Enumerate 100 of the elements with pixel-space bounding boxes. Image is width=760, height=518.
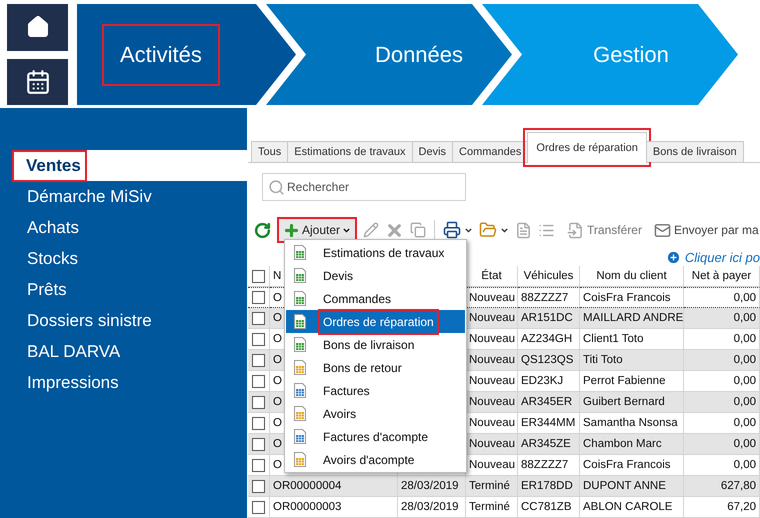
table-header[interactable]: Véhicules bbox=[518, 266, 580, 287]
table-cell: OR00000003 bbox=[270, 497, 398, 518]
menu-item[interactable]: Ordres de réparation bbox=[286, 310, 465, 333]
table-cell: 28/03/2019 bbox=[398, 476, 466, 497]
table-cell: 0,00 bbox=[684, 434, 760, 455]
table-cell: ED23KJ bbox=[518, 371, 580, 392]
checkbox[interactable] bbox=[252, 270, 265, 282]
sidebar-label: Ventes bbox=[14, 152, 85, 180]
table-cell: CoisFra Francois bbox=[580, 455, 684, 476]
table-cell: 0,00 bbox=[684, 308, 760, 329]
checkbox[interactable] bbox=[252, 354, 265, 366]
sidebar-item[interactable]: Impressions bbox=[13, 367, 247, 398]
caret-icon bbox=[342, 226, 352, 234]
sidebar-item[interactable]: Prêts bbox=[13, 274, 247, 305]
table-cell: AR345ER bbox=[518, 392, 580, 413]
search-field[interactable]: Rechercher bbox=[262, 173, 466, 201]
checkbox[interactable] bbox=[252, 291, 265, 304]
table-header[interactable] bbox=[248, 266, 270, 287]
sidebar-label: Dossiers sinistre bbox=[27, 310, 153, 332]
add-row-link[interactable]: Cliquer ici po bbox=[684, 250, 760, 264]
sidebar-label: Stocks bbox=[27, 248, 80, 270]
tab[interactable]: Commandes bbox=[452, 141, 528, 162]
table-cell: Nouveau bbox=[466, 413, 518, 434]
checkbox[interactable] bbox=[252, 374, 265, 388]
stage-tab[interactable] bbox=[482, 4, 738, 105]
table-cell: Nouveau bbox=[466, 392, 518, 413]
table-cell: 88ZZZZ7 bbox=[518, 287, 580, 308]
spreadsheet-icon bbox=[294, 429, 306, 444]
table-cell: Chambon Marc bbox=[580, 434, 684, 455]
sidebar-item[interactable]: Achats bbox=[13, 212, 247, 243]
table-cell: Guibert Bernard bbox=[580, 392, 684, 413]
home-icon bbox=[26, 15, 50, 40]
table-header[interactable]: Net à payer bbox=[684, 266, 760, 287]
table-cell: Terminé bbox=[466, 497, 518, 518]
table-cell: 88ZZZZ7 bbox=[518, 455, 580, 476]
table-cell: CoisFra Francois bbox=[580, 287, 684, 308]
spreadsheet-icon bbox=[294, 291, 306, 306]
sidebar-label: Achats bbox=[27, 216, 80, 238]
checkbox[interactable] bbox=[252, 416, 265, 430]
calendar-button[interactable] bbox=[7, 58, 68, 105]
menu-label: Estimations de travaux bbox=[322, 244, 446, 262]
table-cell: Client1 Toto bbox=[580, 329, 684, 350]
table-header[interactable]: Nom du client bbox=[580, 266, 684, 287]
table-cell: Nouveau bbox=[466, 308, 518, 329]
sidebar-item[interactable]: Stocks bbox=[13, 243, 247, 274]
menu-label: Commandes bbox=[322, 290, 392, 308]
sidebar-label: Prêts bbox=[27, 278, 68, 300]
checkbox[interactable] bbox=[252, 312, 265, 324]
table-header[interactable]: État bbox=[466, 266, 518, 287]
sidebar-item[interactable]: Dossiers sinistre bbox=[13, 305, 247, 336]
tab[interactable]: Devis bbox=[412, 141, 454, 162]
print-button[interactable] bbox=[443, 221, 474, 239]
checkbox[interactable] bbox=[252, 458, 265, 472]
stage-label[interactable]: Activités bbox=[102, 24, 220, 86]
checkbox[interactable] bbox=[252, 396, 265, 408]
table-cell: Samantha Nsonsa bbox=[580, 413, 684, 434]
tab[interactable]: Bons de livraison bbox=[646, 141, 744, 162]
stage-label[interactable]: Données bbox=[356, 24, 482, 86]
table-cell: 67,20 bbox=[684, 497, 760, 518]
menu-label: Devis bbox=[322, 268, 354, 284]
checkbox[interactable] bbox=[252, 332, 265, 346]
caret-icon bbox=[464, 226, 474, 234]
stage-tab[interactable] bbox=[266, 4, 512, 105]
table-cell: MAILLARD ANDRE bbox=[580, 308, 684, 329]
table-cell: OR00000004 bbox=[270, 476, 398, 497]
spreadsheet-icon bbox=[294, 360, 306, 375]
tab[interactable]: Tous bbox=[251, 141, 288, 162]
spreadsheet-icon bbox=[294, 383, 306, 398]
checkbox[interactable] bbox=[252, 500, 265, 514]
checkbox[interactable] bbox=[252, 438, 265, 450]
table-cell: Titi Toto bbox=[580, 350, 684, 371]
table-cell: ER344MM bbox=[518, 413, 580, 434]
table-cell: Terminé bbox=[466, 476, 518, 497]
sidebar-item[interactable]: Ventes bbox=[14, 150, 247, 181]
add-circle-icon bbox=[666, 250, 681, 264]
table-cell: Nouveau bbox=[466, 329, 518, 350]
search-icon bbox=[268, 179, 285, 196]
sidebar-item[interactable]: BAL DARVA bbox=[13, 336, 247, 367]
checkbox[interactable] bbox=[252, 480, 265, 492]
file-arrow-icon bbox=[567, 222, 584, 238]
sidebar-label: Impressions bbox=[27, 372, 120, 394]
spreadsheet-icon bbox=[294, 268, 306, 283]
folder-button[interactable] bbox=[479, 221, 510, 239]
sidebar-label: BAL DARVA bbox=[27, 340, 122, 362]
table-cell: 0,00 bbox=[684, 371, 760, 392]
spreadsheet-icon bbox=[294, 337, 306, 352]
table-cell: Nouveau bbox=[466, 350, 518, 371]
spreadsheet-icon bbox=[294, 406, 306, 421]
table-cell: DUPONT ANNE bbox=[580, 476, 684, 497]
table-cell: AZ234GH bbox=[518, 329, 580, 350]
table-cell: Perrot Fabienne bbox=[580, 371, 684, 392]
send-mail-button[interactable]: Envoyer par ma bbox=[654, 222, 759, 238]
stage-tab[interactable] bbox=[77, 4, 296, 105]
table-cell: Nouveau bbox=[466, 455, 518, 476]
refresh-button[interactable] bbox=[254, 222, 271, 238]
tab[interactable]: Estimations de travaux bbox=[287, 141, 413, 162]
sidebar-item[interactable]: Démarche MiSiv bbox=[13, 181, 247, 212]
table-cell: AR345ZE bbox=[518, 434, 580, 455]
home-button[interactable] bbox=[7, 4, 68, 50]
caret-icon bbox=[500, 226, 510, 234]
